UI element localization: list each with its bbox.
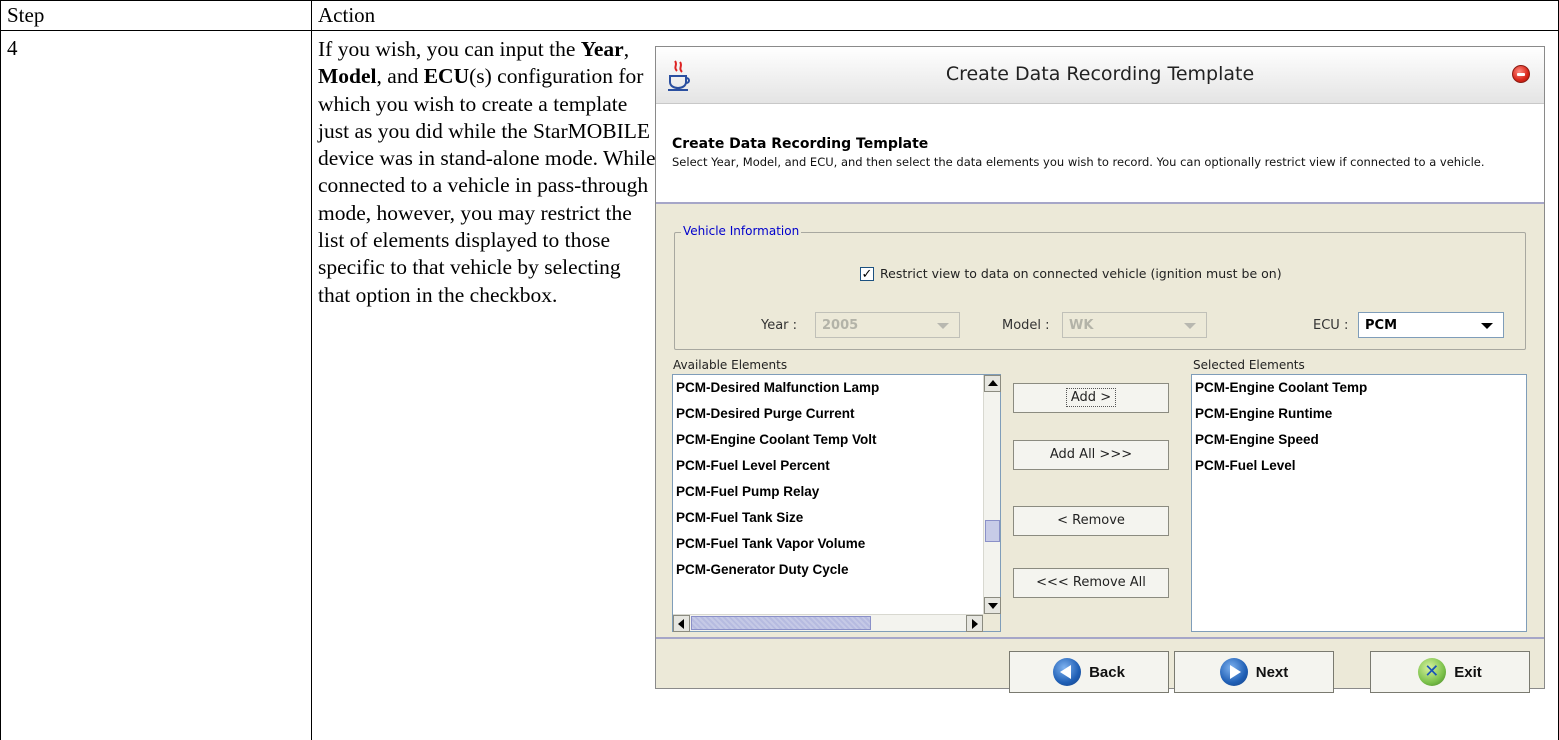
table-border-left (0, 0, 1, 740)
available-element-item[interactable]: PCM-Fuel Level Percent (673, 453, 1000, 479)
instruction-text: If you wish, you can input the Year, Mod… (318, 36, 658, 309)
check-mark-icon: ✓ (861, 266, 873, 282)
add-all-button-label: Add All >>> (1049, 447, 1133, 462)
scroll-right-button[interactable] (966, 615, 983, 632)
table-border-header (0, 30, 1559, 31)
horizontal-scroll-thumb[interactable] (691, 616, 871, 630)
title-bar[interactable]: Create Data Recording Template (656, 47, 1544, 104)
model-label: Model : (1002, 318, 1050, 333)
selected-element-item[interactable]: PCM-Engine Speed (1192, 427, 1526, 453)
vehicle-information-group: Vehicle Information ✓ Restrict view to d… (674, 224, 1526, 350)
ecu-value: PCM (1365, 318, 1398, 333)
ecu-label: ECU : (1313, 318, 1349, 333)
remove-button[interactable]: < Remove (1013, 506, 1169, 536)
model-select[interactable]: WK (1062, 312, 1207, 338)
scroll-down-button[interactable] (984, 597, 1001, 614)
dialog-title: Create Data Recording Template (945, 63, 1255, 85)
close-icon[interactable] (1512, 65, 1530, 83)
arrow-right-glyph (1229, 665, 1241, 679)
restrict-view-option[interactable]: ✓ Restrict view to data on connected veh… (860, 266, 1282, 281)
create-template-dialog: Create Data Recording Template Create Da… (655, 46, 1545, 693)
arrow-down-icon (988, 603, 998, 609)
selected-elements-list[interactable]: PCM-Engine Coolant Temp PCM-Engine Runtim… (1191, 374, 1527, 632)
arrow-left-glyph (1060, 665, 1072, 679)
chevron-down-icon (1481, 323, 1493, 329)
available-element-item[interactable]: PCM-Desired Purge Current (673, 401, 1000, 427)
arrow-left-icon (678, 619, 684, 629)
selected-element-item[interactable]: PCM-Fuel Level (1192, 453, 1526, 479)
back-arrow-icon (1053, 658, 1082, 686)
selected-element-item[interactable]: PCM-Engine Coolant Temp (1192, 375, 1526, 401)
instruction-model: Model (318, 64, 377, 89)
exit-x-icon: ✕ (1418, 658, 1447, 686)
back-button-label: Back (1089, 663, 1125, 681)
available-elements-label: Available Elements (673, 358, 788, 372)
instruction-part: , and (376, 64, 424, 89)
exit-button[interactable]: ✕ Exit (1370, 651, 1530, 693)
horizontal-scrollbar[interactable] (673, 614, 983, 632)
scroll-up-button[interactable] (984, 375, 1001, 392)
year-label: Year : (761, 318, 798, 333)
add-button[interactable]: Add > (1013, 383, 1169, 413)
ecu-select[interactable]: PCM (1358, 312, 1504, 338)
header-panel: Create Data Recording Template Select Ye… (656, 104, 1544, 204)
scroll-corner (983, 614, 1000, 631)
vertical-scrollbar[interactable] (983, 375, 1001, 614)
available-element-item[interactable]: PCM-Desired Malfunction Lamp (673, 375, 1000, 401)
available-element-item[interactable]: PCM-Engine Coolant Temp Volt (673, 427, 1000, 453)
available-element-item[interactable]: PCM-Generator Duty Cycle (673, 557, 1000, 583)
header-action: Action (318, 3, 376, 27)
next-button-label: Next (1255, 663, 1289, 681)
available-element-item[interactable]: PCM-Fuel Tank Size (673, 505, 1000, 531)
chevron-down-icon (937, 323, 949, 329)
year-select[interactable]: 2005 (815, 312, 960, 338)
arrow-up-icon (988, 380, 998, 386)
restrict-view-checkbox[interactable]: ✓ (860, 266, 874, 282)
add-button-label: Add > (1065, 388, 1117, 407)
chevron-down-icon (1184, 323, 1196, 329)
header-step: Step (7, 3, 45, 27)
remove-button-label: < Remove (1057, 513, 1125, 528)
available-elements-list[interactable]: PCM-Desired Malfunction Lamp PCM-Desired … (672, 374, 1001, 632)
next-arrow-icon (1219, 658, 1248, 686)
instruction-part: (s) configuration for which you wish to … (318, 64, 656, 307)
instruction-ecu: ECU (423, 64, 470, 89)
next-button[interactable]: Next (1174, 651, 1334, 693)
exit-button-label: Exit (1454, 663, 1482, 681)
header-title: Create Data Recording Template (672, 136, 929, 152)
remove-all-button-label: <<< Remove All (1036, 575, 1146, 590)
model-value: WK (1069, 318, 1094, 333)
group-title: Vehicle Information (681, 224, 802, 238)
restrict-view-label: Restrict view to data on connected vehic… (880, 266, 1282, 281)
instruction-part: , (623, 37, 630, 61)
scroll-left-button[interactable] (673, 615, 690, 632)
footer-separator (656, 637, 1544, 639)
selected-element-item[interactable]: PCM-Engine Runtime (1192, 401, 1526, 427)
table-border-top (0, 0, 1559, 1)
year-value: 2005 (822, 318, 859, 333)
back-button[interactable]: Back (1009, 651, 1169, 693)
available-element-item[interactable]: PCM-Fuel Tank Vapor Volume (673, 531, 1000, 557)
instruction-part: If you wish, you can input the (318, 37, 581, 61)
arrow-right-icon (972, 619, 978, 629)
table-border-mid (311, 0, 312, 740)
selected-items: PCM-Engine Coolant Temp PCM-Engine Runtim… (1192, 375, 1526, 479)
selected-elements-label: Selected Elements (1193, 358, 1305, 372)
available-items: PCM-Desired Malfunction Lamp PCM-Desired … (673, 375, 1000, 583)
instruction-year: Year (580, 37, 624, 61)
add-all-button[interactable]: Add All >>> (1013, 440, 1169, 470)
header-description: Select Year, Model, and ECU, and then se… (672, 155, 1485, 169)
step-number: 4 (7, 36, 18, 60)
remove-all-button[interactable]: <<< Remove All (1013, 568, 1169, 598)
vertical-scroll-thumb[interactable] (985, 520, 1000, 542)
available-element-item[interactable]: PCM-Fuel Pump Relay (673, 479, 1000, 505)
